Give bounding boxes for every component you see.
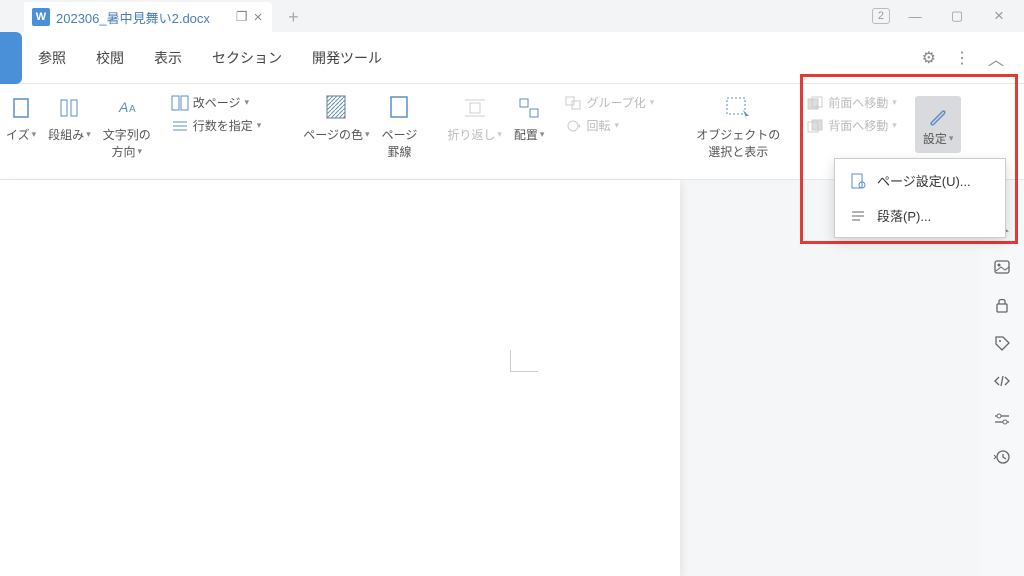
tag-icon[interactable]	[993, 334, 1011, 352]
text-direction-label2: 方向	[111, 143, 135, 160]
page-color-button[interactable]: ページの色▾	[297, 94, 375, 143]
page-border-button[interactable]: ページ罫線	[376, 94, 424, 160]
columns-button[interactable]: 段組み▾	[42, 94, 97, 143]
lock-icon[interactable]	[993, 296, 1011, 314]
maximize-button[interactable]: ▢	[940, 2, 974, 30]
wrap-icon	[461, 94, 489, 122]
zorder-group: 前面へ移動▾ 背面へ移動▾	[800, 94, 903, 134]
code-icon[interactable]	[993, 372, 1011, 390]
page-break-icon	[171, 95, 189, 111]
menu-review[interactable]: 校閲	[96, 48, 124, 68]
menu-right: ⚙ ⋮ ︿	[922, 46, 1024, 70]
select-objects-label1: オブジェクトの	[696, 126, 780, 143]
history-icon[interactable]	[993, 448, 1011, 466]
window-badge: 2	[872, 8, 890, 24]
columns-icon	[55, 94, 83, 122]
wrap-label: 折り返し	[447, 126, 495, 143]
group-label: グループ化	[586, 94, 645, 111]
select-objects-label2: 選択と表示	[708, 143, 768, 160]
bring-front-icon	[806, 95, 824, 111]
menubar: 参照 校閲 表示 セクション 開発ツール ⚙ ⋮ ︿	[0, 32, 1024, 84]
page-color-icon	[322, 94, 350, 122]
menu-reference[interactable]: 参照	[38, 48, 66, 68]
slider-icon[interactable]	[993, 410, 1011, 428]
text-direction-label1: 文字列の	[103, 126, 151, 143]
menu-start-accent[interactable]	[0, 32, 22, 84]
tab-close-icon[interactable]: ×	[254, 9, 263, 26]
tab-filename: 202306_暑中見舞い2.docx	[56, 8, 210, 27]
page-break-label: 改ページ	[193, 94, 241, 111]
menu-view[interactable]: 表示	[154, 48, 182, 68]
image-icon[interactable]	[993, 258, 1011, 276]
window-controls: 2 — ▢ ×	[872, 0, 1024, 32]
line-count-button[interactable]: 行数を指定▾	[171, 117, 262, 134]
align-icon	[515, 94, 543, 122]
tab-restore-icon[interactable]: ❐	[236, 9, 248, 26]
send-back-icon	[806, 118, 824, 134]
menu-items: 参照 校閲 表示 セクション 開発ツール	[38, 48, 382, 68]
select-objects-icon	[724, 94, 752, 122]
svg-text:A: A	[129, 104, 136, 115]
side-panel	[980, 180, 1024, 576]
page-setup-item[interactable]: ページ設定(U)...	[835, 163, 1005, 198]
paragraph-label: 段落(P)...	[877, 206, 931, 225]
titlebar: W 202306_暑中見舞い2.docx ❐ × + 2 — ▢ ×	[0, 0, 1024, 32]
page-setup-icon	[849, 172, 867, 190]
rotate-icon	[564, 118, 582, 134]
settings-dropdown: ページ設定(U)... 段落(P)...	[834, 158, 1006, 238]
page-border-icon	[385, 94, 413, 122]
page-corner-mark	[510, 350, 538, 372]
page-border-label2: 罫線	[387, 143, 411, 160]
line-count-label: 行数を指定	[193, 117, 253, 134]
document-canvas[interactable]	[0, 180, 680, 576]
settings-wrench-icon	[924, 102, 952, 130]
page-border-label1: ページ	[382, 126, 418, 143]
collapse-ribbon-icon[interactable]: ︿	[988, 46, 1004, 70]
word-doc-icon: W	[32, 8, 50, 26]
page-break-button[interactable]: 改ページ▾	[171, 94, 262, 111]
settings-label: 設定	[923, 130, 947, 147]
close-window-button[interactable]: ×	[982, 2, 1016, 30]
size-icon	[7, 94, 35, 122]
line-count-icon	[171, 118, 189, 134]
bring-front-label: 前面へ移動	[828, 94, 888, 111]
text-direction-button[interactable]: AA 文字列の方向▾	[97, 94, 157, 160]
align-button[interactable]: 配置▾	[508, 94, 551, 143]
size-button[interactable]: イズ▾	[0, 94, 42, 143]
kebab-icon[interactable]: ⋮	[954, 48, 970, 68]
text-direction-icon: AA	[113, 94, 141, 122]
page-color-label: ページの色	[303, 126, 363, 143]
group-button: グループ化▾	[564, 94, 654, 111]
columns-label: 段組み	[48, 126, 84, 143]
group-rotate-group: グループ化▾ 回転▾	[558, 94, 660, 134]
send-back-label: 背面へ移動	[828, 117, 888, 134]
bring-front-button: 前面へ移動▾	[806, 94, 897, 111]
rotate-label: 回転	[586, 117, 610, 134]
tab-actions: ❐ ×	[236, 9, 262, 26]
page-break-group: 改ページ▾ 行数を指定▾	[165, 94, 268, 134]
align-label: 配置	[514, 126, 538, 143]
rotate-button: 回転▾	[564, 117, 654, 134]
new-tab-button[interactable]: +	[278, 2, 308, 32]
gear-icon[interactable]: ⚙	[922, 48, 936, 68]
group-icon	[564, 95, 582, 111]
menu-devtools[interactable]: 開発ツール	[312, 48, 382, 68]
send-back-button: 背面へ移動▾	[806, 117, 897, 134]
paragraph-item[interactable]: 段落(P)...	[835, 198, 1005, 233]
page-setup-label: ページ設定(U)...	[877, 171, 971, 190]
wrap-button: 折り返し▾	[441, 94, 508, 143]
size-label: イズ	[6, 126, 30, 143]
minimize-button[interactable]: —	[898, 2, 932, 30]
menu-section[interactable]: セクション	[212, 48, 282, 68]
paragraph-icon	[849, 207, 867, 225]
settings-button[interactable]: 設定▾	[915, 96, 962, 153]
document-tab[interactable]: W 202306_暑中見舞い2.docx ❐ ×	[24, 2, 272, 32]
svg-text:A: A	[118, 99, 128, 115]
select-objects-button[interactable]: オブジェクトの選択と表示	[690, 94, 786, 160]
